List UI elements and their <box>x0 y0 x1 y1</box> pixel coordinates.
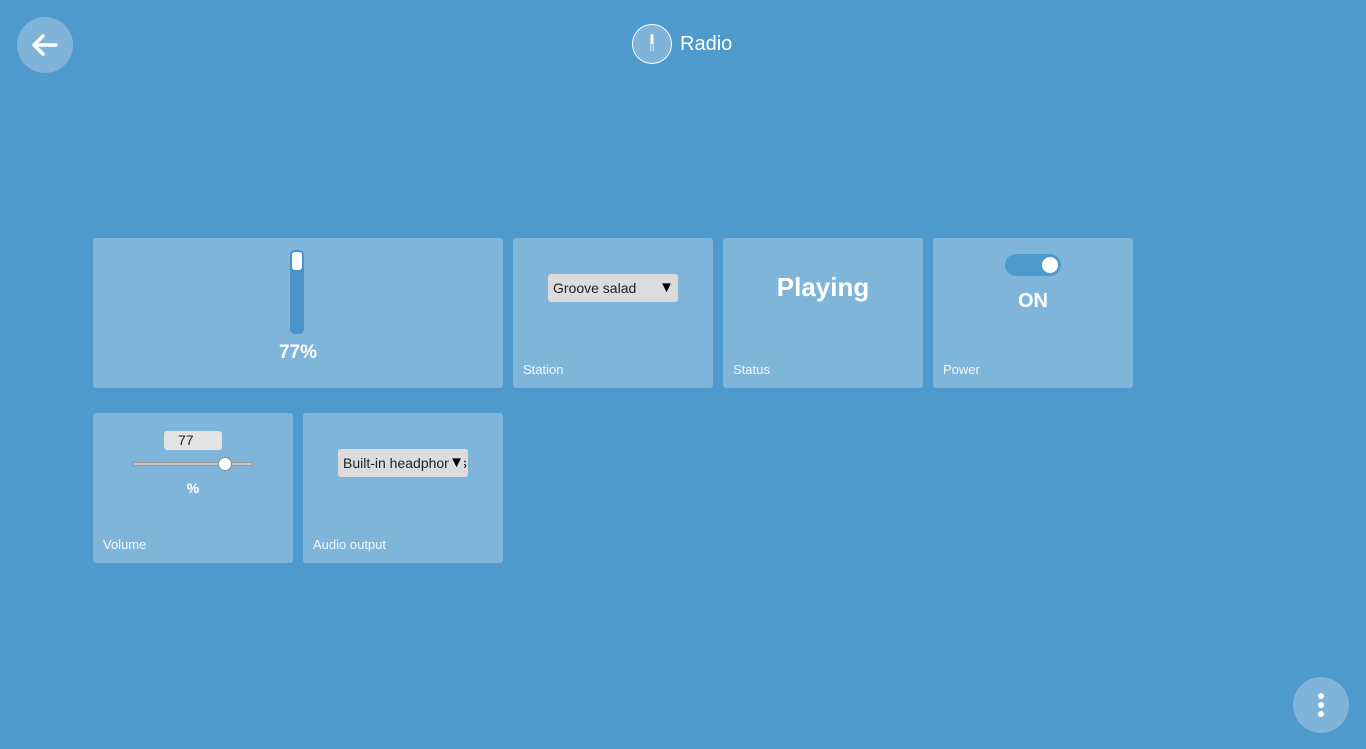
back-button[interactable] <box>17 17 73 73</box>
volume-slider-knob[interactable] <box>217 457 232 471</box>
audio-output-select[interactable]: Built-in headphones ▼ <box>338 449 468 477</box>
dropdown-arrow-icon: ▼ <box>659 274 674 302</box>
level-bar-fill <box>292 252 302 270</box>
volume-unit: % <box>186 480 200 496</box>
volume-label: Volume <box>103 537 147 552</box>
audio-output-label: Audio output <box>313 537 387 552</box>
power-tile: ON Power <box>933 238 1133 388</box>
thermometer-icon <box>632 24 672 64</box>
page-title: Radio <box>680 32 733 55</box>
level-tile: 77% <box>93 238 503 388</box>
power-toggle[interactable] <box>1005 254 1061 276</box>
audio-output-tile: Built-in headphones ▼ Audio output <box>303 413 503 563</box>
power-state: ON <box>1018 290 1048 312</box>
arrow-left-icon <box>32 34 58 56</box>
more-vertical-icon <box>1318 693 1324 717</box>
volume-tile: 77 % Volume <box>93 413 293 563</box>
station-label: Station <box>523 362 564 377</box>
page-header: Radio <box>632 23 732 65</box>
status-value: Playing <box>776 272 870 302</box>
level-value: 77% <box>278 342 318 363</box>
dropdown-arrow-icon: ▼ <box>449 449 464 477</box>
volume-slider[interactable] <box>133 457 253 471</box>
station-select[interactable]: Groove salad ▼ <box>548 274 678 302</box>
station-tile: Groove salad ▼ Station <box>513 238 713 388</box>
power-toggle-knob <box>1042 257 1058 273</box>
volume-input[interactable]: 77 <box>164 431 222 450</box>
power-label: Power <box>943 362 980 377</box>
more-menu-button[interactable] <box>1293 677 1349 733</box>
status-label: Status <box>733 362 770 377</box>
status-tile: Playing Status <box>723 238 923 388</box>
level-bar <box>290 250 304 334</box>
station-select-value: Groove salad <box>553 280 637 296</box>
